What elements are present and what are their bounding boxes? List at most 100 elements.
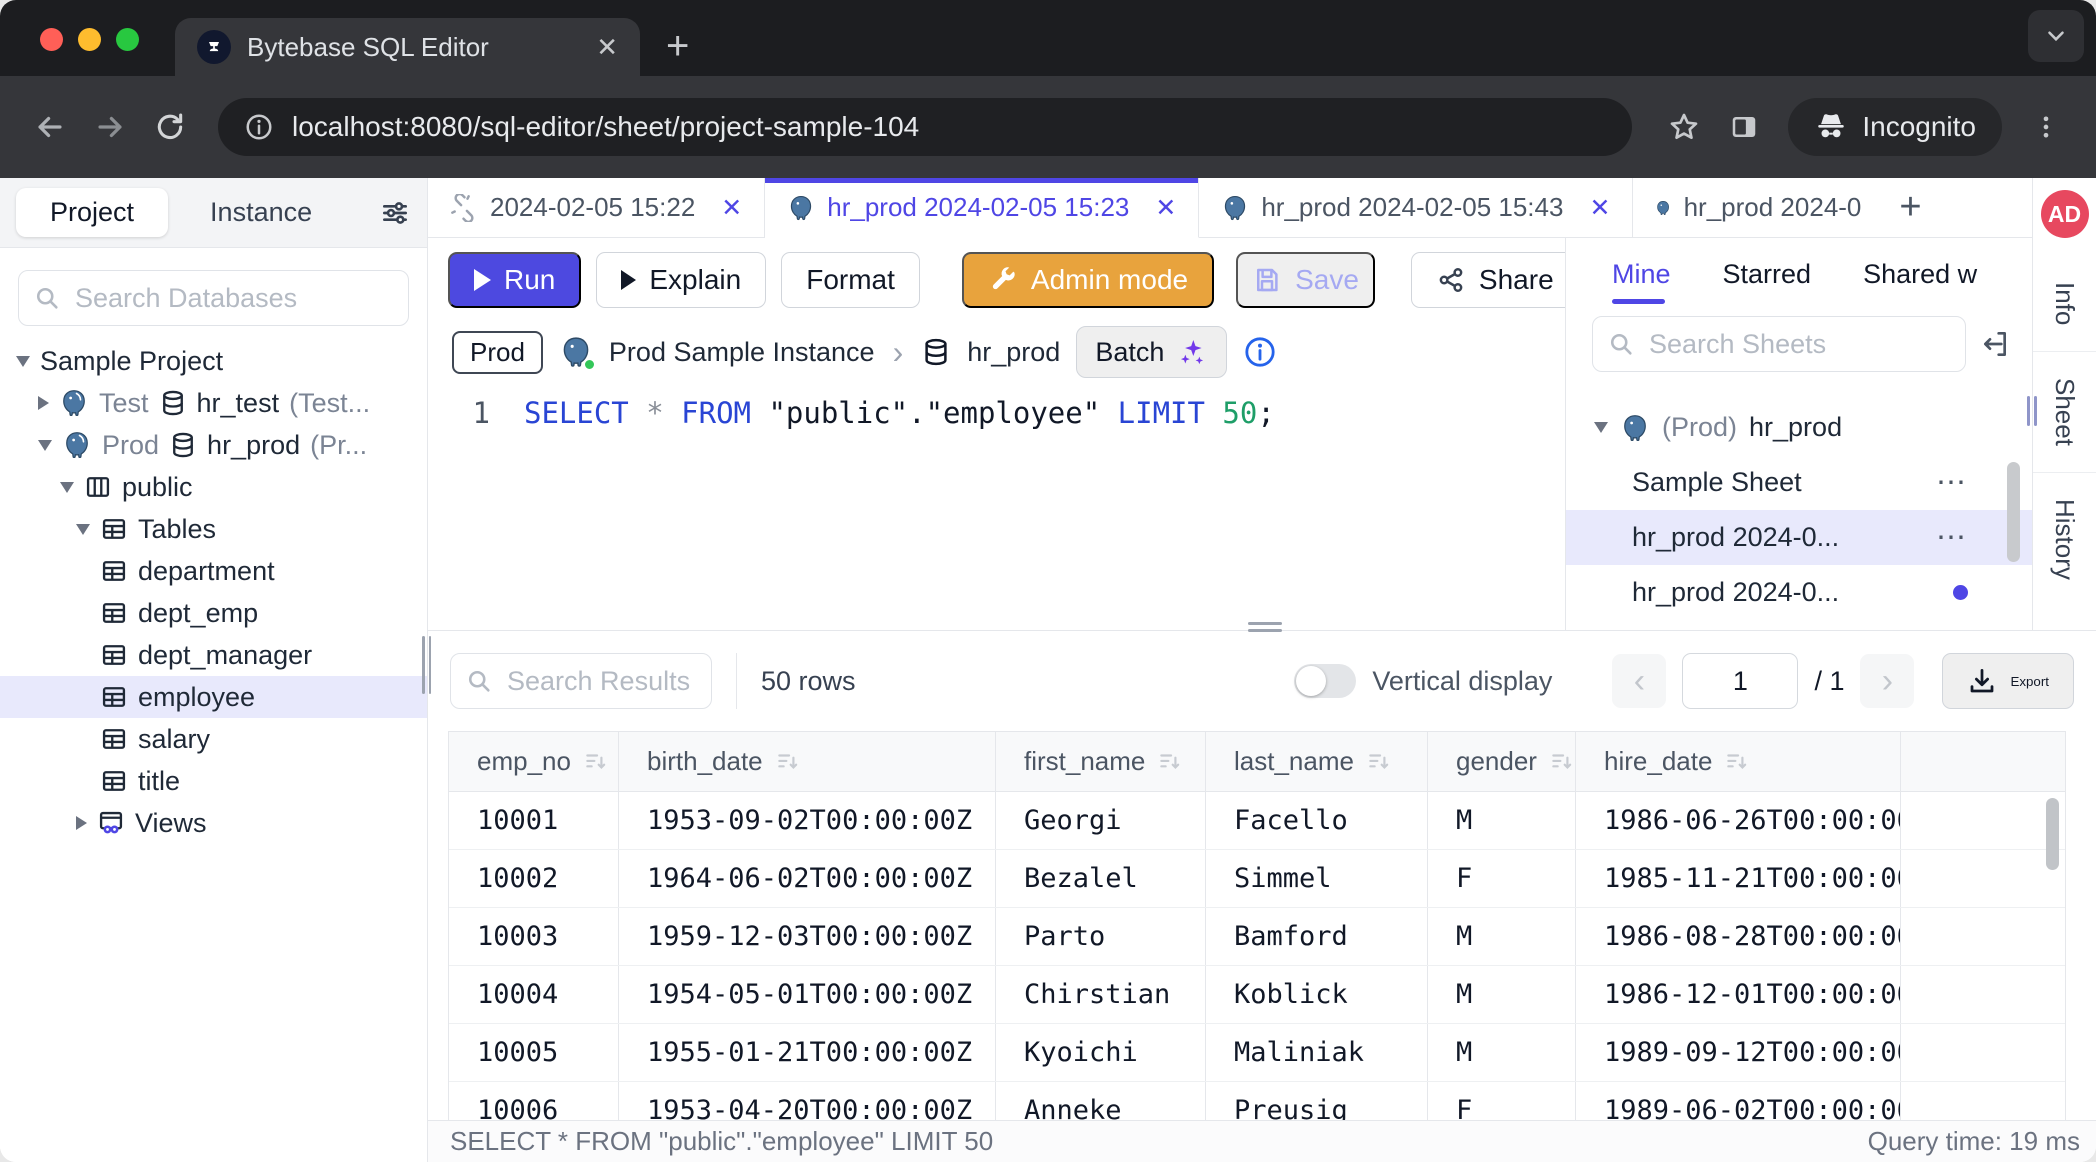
sort-icon	[775, 749, 801, 775]
back-button[interactable]	[24, 101, 76, 153]
batch-button[interactable]: Batch	[1076, 326, 1227, 378]
tree-item-table-dept-manager[interactable]: dept_manager	[0, 634, 427, 676]
page-input[interactable]	[1682, 653, 1798, 709]
window-minimize-button[interactable]	[78, 28, 101, 51]
caret-down-icon[interactable]	[60, 482, 74, 493]
window-close-button[interactable]	[40, 28, 63, 51]
tree-item-views-group[interactable]: Views	[0, 802, 427, 844]
sheet-item-unsaved[interactable]: hr_prod 2024-0...	[1566, 565, 2032, 620]
tree-item-table-salary[interactable]: salary	[0, 718, 427, 760]
editor-tab-2-active[interactable]: hr_prod 2024-02-05 15:23 ✕	[765, 178, 1199, 238]
sheet-item-selected[interactable]: hr_prod 2024-0... ⋯	[1566, 510, 2032, 565]
table-row[interactable]: 10002 1964-06-02T00:00:00Z Bezalel Simme…	[449, 850, 2065, 908]
new-sheet-tab-button[interactable]: +	[1883, 178, 1937, 237]
sheet-group-hr-prod[interactable]: (Prod) hr_prod	[1566, 400, 2032, 455]
browser-tab[interactable]: Bytebase SQL Editor ✕	[175, 18, 640, 76]
prev-page-button[interactable]: ‹	[1612, 654, 1666, 708]
database-search-input[interactable]	[73, 282, 394, 315]
format-button[interactable]: Format	[781, 252, 920, 308]
sidebar-header: Project Instance	[0, 178, 427, 248]
tree-item-schema-public[interactable]: public	[0, 466, 427, 508]
collapse-panel-icon[interactable]	[1980, 328, 2012, 360]
browser-tab-close-icon[interactable]: ✕	[582, 32, 618, 63]
run-button[interactable]: Run	[448, 252, 581, 308]
window-zoom-button[interactable]	[116, 28, 139, 51]
scrollbar-thumb[interactable]	[2046, 798, 2059, 870]
reload-button[interactable]	[144, 101, 196, 153]
table-row[interactable]: 10003 1959-12-03T00:00:00Z Parto Bamford…	[449, 908, 2065, 966]
sheet-item-sample-sheet[interactable]: Sample Sheet ⋯	[1566, 455, 2032, 510]
sheet-search[interactable]	[1592, 316, 1966, 372]
more-menu-icon[interactable]: ⋯	[1936, 520, 1968, 555]
tab-history[interactable]: History	[2049, 473, 2080, 606]
table-row[interactable]: 10005 1955-01-21T00:00:00Z Kyoichi Malin…	[449, 1024, 2065, 1082]
column-header[interactable]: emp_no	[449, 732, 619, 791]
more-menu-icon[interactable]: ⋯	[1936, 465, 1968, 500]
caret-right-icon[interactable]	[38, 396, 49, 410]
vertical-display-toggle[interactable]	[1294, 664, 1356, 698]
user-avatar[interactable]: AD	[2041, 190, 2089, 238]
save-button[interactable]: Save	[1236, 252, 1375, 308]
database-search[interactable]	[18, 270, 409, 326]
editor-tab-1[interactable]: 2024-02-05 15:22 ✕	[428, 178, 765, 237]
panel-resize-handle[interactable]	[2027, 396, 2037, 426]
tab-close-icon[interactable]: ✕	[1589, 193, 1610, 223]
results-search-input[interactable]	[505, 665, 697, 698]
results-resize-handle[interactable]	[1248, 622, 1282, 632]
bookmark-star-icon[interactable]	[1658, 101, 1710, 153]
tree-item-table-department[interactable]: department	[0, 550, 427, 592]
tab-starred[interactable]: Starred	[1723, 243, 1812, 306]
export-button[interactable]: Export	[1942, 653, 2074, 709]
table-icon	[100, 515, 128, 543]
column-header[interactable]: gender	[1428, 732, 1576, 791]
browser-menu-icon[interactable]	[2020, 101, 2072, 153]
editor-tab-3[interactable]: hr_prod 2024-02-05 15:43 ✕	[1199, 178, 1633, 237]
caret-down-icon[interactable]	[76, 524, 90, 535]
results-search[interactable]	[450, 653, 712, 709]
url-bar[interactable]: localhost:8080/sql-editor/sheet/project-…	[218, 98, 1632, 156]
tab-search-button[interactable]	[2028, 10, 2084, 62]
tab-close-icon[interactable]: ✕	[1155, 193, 1176, 223]
explain-button[interactable]: Explain	[596, 252, 766, 308]
new-tab-button[interactable]: +	[666, 26, 689, 66]
column-header[interactable]: birth_date	[619, 732, 996, 791]
column-header[interactable]: last_name	[1206, 732, 1428, 791]
tab-mine[interactable]: Mine	[1612, 243, 1671, 306]
tab-info[interactable]: Info	[2049, 256, 2080, 351]
table-row[interactable]: 10001 1953-09-02T00:00:00Z Georgi Facell…	[449, 792, 2065, 850]
sql-code-area[interactable]: 1 SELECT * FROM "public"."employee" LIMI…	[428, 382, 1565, 630]
table-row-clipped[interactable]: 10006 1953-04-20T00:00:00Z Anneke Preusi…	[449, 1082, 2065, 1120]
forward-button[interactable]	[84, 101, 136, 153]
instance-name[interactable]: Prod Sample Instance	[609, 337, 875, 368]
column-header[interactable]: hire_date	[1576, 732, 1901, 791]
side-panel-icon[interactable]	[1718, 101, 1770, 153]
admin-mode-button[interactable]: Admin mode	[962, 252, 1214, 308]
database-name[interactable]: hr_prod	[967, 337, 1060, 368]
site-info-icon[interactable]	[244, 112, 274, 142]
tree-item-table-dept-emp[interactable]: dept_emp	[0, 592, 427, 634]
tab-instance[interactable]: Instance	[176, 188, 346, 237]
tab-shared[interactable]: Shared w	[1863, 243, 1977, 306]
sheet-search-input[interactable]	[1647, 328, 1951, 361]
caret-down-icon[interactable]	[16, 356, 30, 367]
tree-item-sample-project[interactable]: Sample Project	[0, 340, 427, 382]
caret-down-icon[interactable]	[38, 440, 52, 451]
next-page-button[interactable]: ›	[1860, 654, 1914, 708]
scrollbar-thumb[interactable]	[2007, 462, 2020, 562]
caret-down-icon[interactable]	[1594, 422, 1608, 433]
tree-item-hr-test[interactable]: Test hr_test (Test...	[0, 382, 427, 424]
tab-close-icon[interactable]: ✕	[721, 193, 742, 223]
tree-item-hr-prod[interactable]: Prod hr_prod (Pr...	[0, 424, 427, 466]
tree-item-tables-group[interactable]: Tables	[0, 508, 427, 550]
table-row[interactable]: 10004 1954-05-01T00:00:00Z Chirstian Kob…	[449, 966, 2065, 1024]
tree-item-table-employee[interactable]: employee	[0, 676, 427, 718]
tab-project[interactable]: Project	[16, 188, 168, 237]
editor-tab-4[interactable]: hr_prod 2024-0	[1633, 178, 1883, 237]
filter-sliders-icon[interactable]	[379, 197, 411, 229]
tree-item-table-title[interactable]: title	[0, 760, 427, 802]
column-header[interactable]: first_name	[996, 732, 1206, 791]
connection-info-icon[interactable]	[1243, 335, 1277, 369]
tab-sheet[interactable]: Sheet	[2049, 352, 2080, 472]
caret-right-icon[interactable]	[76, 816, 87, 830]
sheet-item-clipped-bottom[interactable]: hr_prod 2024-0	[1566, 620, 2032, 630]
